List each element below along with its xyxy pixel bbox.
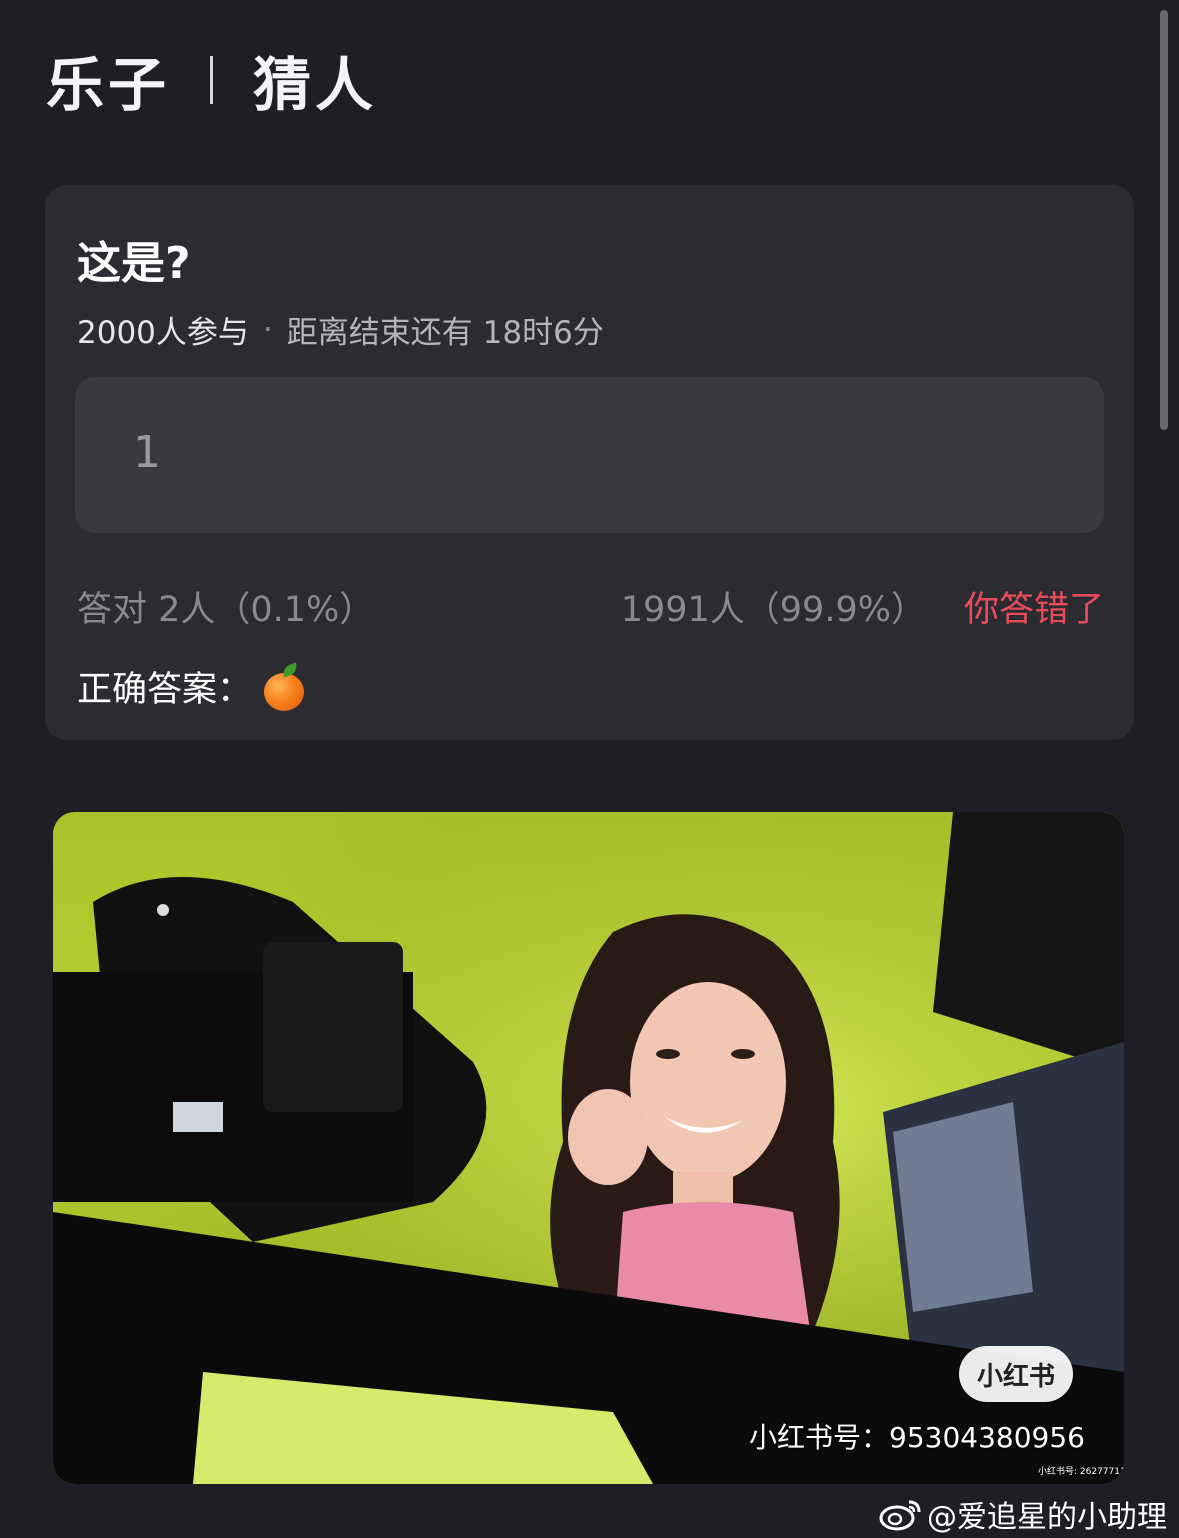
orange-icon [264, 662, 305, 711]
quiz-question: 这是? [77, 238, 191, 289]
xiaohongshu-logo: 小红书 [959, 1346, 1073, 1402]
correct-stat: 答对 2人（0.1%） [77, 590, 375, 630]
footer-credit-text: @爱追星的小助理 [927, 1500, 1167, 1535]
footer-credit: @爱追星的小助理 [879, 1492, 1167, 1536]
correct-answer-row: 正确答案： [77, 661, 305, 712]
photo[interactable]: 小红书 小红书号：95304380956 小红书号: 26277711950 [53, 812, 1124, 1484]
deadline-text: 距离结束还有 18时6分 [286, 315, 604, 351]
header-right-title: 猜人 [253, 51, 378, 119]
answer-field[interactable]: 1 [75, 377, 1104, 533]
answer-stats: 答对 2人（0.1%） 1991人（99.9%） 你答错了 [77, 581, 1104, 631]
wrong-stat: 1991人（99.9%） [620, 590, 926, 630]
header-left-title: 乐子 [46, 51, 171, 119]
result-badge: 你答错了 [963, 590, 1104, 630]
weibo-icon [879, 1496, 923, 1532]
header-divider [210, 56, 214, 104]
watermark-id: 小红书号：95304380956 [749, 1421, 1085, 1454]
answer-value: 1 [133, 427, 161, 478]
meta-separator: · [262, 311, 273, 348]
scrollbar[interactable] [1160, 10, 1168, 430]
wrong-stat-group: 1991人（99.9%） 你答错了 [621, 581, 1104, 632]
watermark-small: 小红书号: 26277711950 [1038, 1467, 1124, 1477]
quiz-card: 这是? 2000人参与 · 距离结束还有 18时6分 1 答对 2人（0.1%）… [45, 185, 1134, 740]
participant-count: 2000人参与 [77, 315, 249, 351]
page-header: 乐子 猜人 [46, 42, 377, 119]
quiz-meta: 2000人参与 · 距离结束还有 18时6分 [77, 307, 604, 352]
correct-answer-label: 正确答案： [77, 670, 253, 710]
